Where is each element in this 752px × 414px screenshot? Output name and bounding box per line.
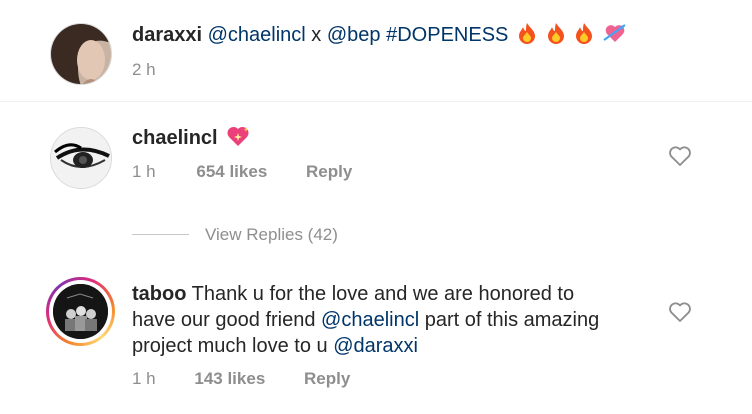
username-taboo[interactable]: taboo [132, 283, 186, 305]
fire-emoji [518, 23, 535, 44]
heart-with-arrow-emoji [603, 24, 626, 42]
comment-meta-chaelincl: 1 h 654 likes Reply [132, 162, 352, 182]
avatar-taboo-story-ring[interactable] [46, 277, 115, 346]
comment-text-taboo-line-1: taboo Thank u for the love and we are ho… [132, 282, 574, 307]
comment-time-daraxxi: 2 h [132, 60, 156, 79]
avatar-ring-gap [49, 280, 112, 343]
comment-text-chaelincl: chaelincl [132, 125, 250, 151]
comment-text-taboo-line-3: project much love to u @daraxxi [132, 334, 418, 359]
comment-time-chaelincl: 1 h [132, 162, 156, 181]
sparkling-heart-emoji [227, 126, 249, 146]
like-heart-icon[interactable] [668, 145, 692, 167]
mention-daraxxi[interactable]: @daraxxi [333, 335, 418, 357]
mention-chaelincl[interactable]: @chaelincl [208, 24, 306, 46]
view-replies-button[interactable]: View Replies (42) [205, 225, 338, 245]
username-chaelincl[interactable]: chaelincl [132, 127, 218, 149]
comment-meta-taboo: 1 h 143 likes Reply [132, 369, 350, 389]
avatar-taboo [53, 284, 108, 339]
fire-emoji [576, 23, 593, 44]
mention-chaelincl[interactable]: @chaelincl [321, 309, 419, 331]
like-heart-icon[interactable] [668, 301, 692, 323]
avatar-photo-taboo [53, 284, 108, 339]
hashtag-dopeness[interactable]: #DOPENESS [381, 24, 508, 46]
divider [0, 101, 752, 102]
username-daraxxi[interactable]: daraxxi [132, 24, 202, 46]
comment-taboo-text-2a: have our good friend [132, 309, 322, 331]
comment-taboo-text-3a: project much love to u [132, 335, 334, 357]
view-replies-line [132, 234, 189, 235]
comment-time-taboo: 1 h [132, 369, 156, 388]
likes-count-chaelincl[interactable]: 654 likes [196, 162, 267, 181]
mention-bep[interactable]: @bep [327, 24, 381, 46]
likes-count-taboo[interactable]: 143 likes [194, 369, 265, 388]
reply-button-chaelincl[interactable]: Reply [306, 162, 352, 181]
reply-button-taboo[interactable]: Reply [304, 369, 350, 388]
fire-emoji [547, 23, 564, 44]
avatar-photo-chaelincl [51, 128, 111, 188]
comment-text-taboo-line-2: have our good friend @chaelincl part of … [132, 308, 599, 333]
comment-taboo-text-1: Thank u for the love and we are honored … [186, 283, 575, 305]
comment-taboo-text-2b: part of this amazing [419, 309, 600, 331]
avatar-photo-daraxxi [51, 24, 111, 84]
avatar-chaelincl[interactable] [50, 127, 112, 189]
avatar-daraxxi[interactable] [50, 23, 112, 85]
comment-text-daraxxi: daraxxi @chaelincl x @bep #DOPENESS [132, 22, 627, 48]
comment-x: x [305, 24, 327, 46]
